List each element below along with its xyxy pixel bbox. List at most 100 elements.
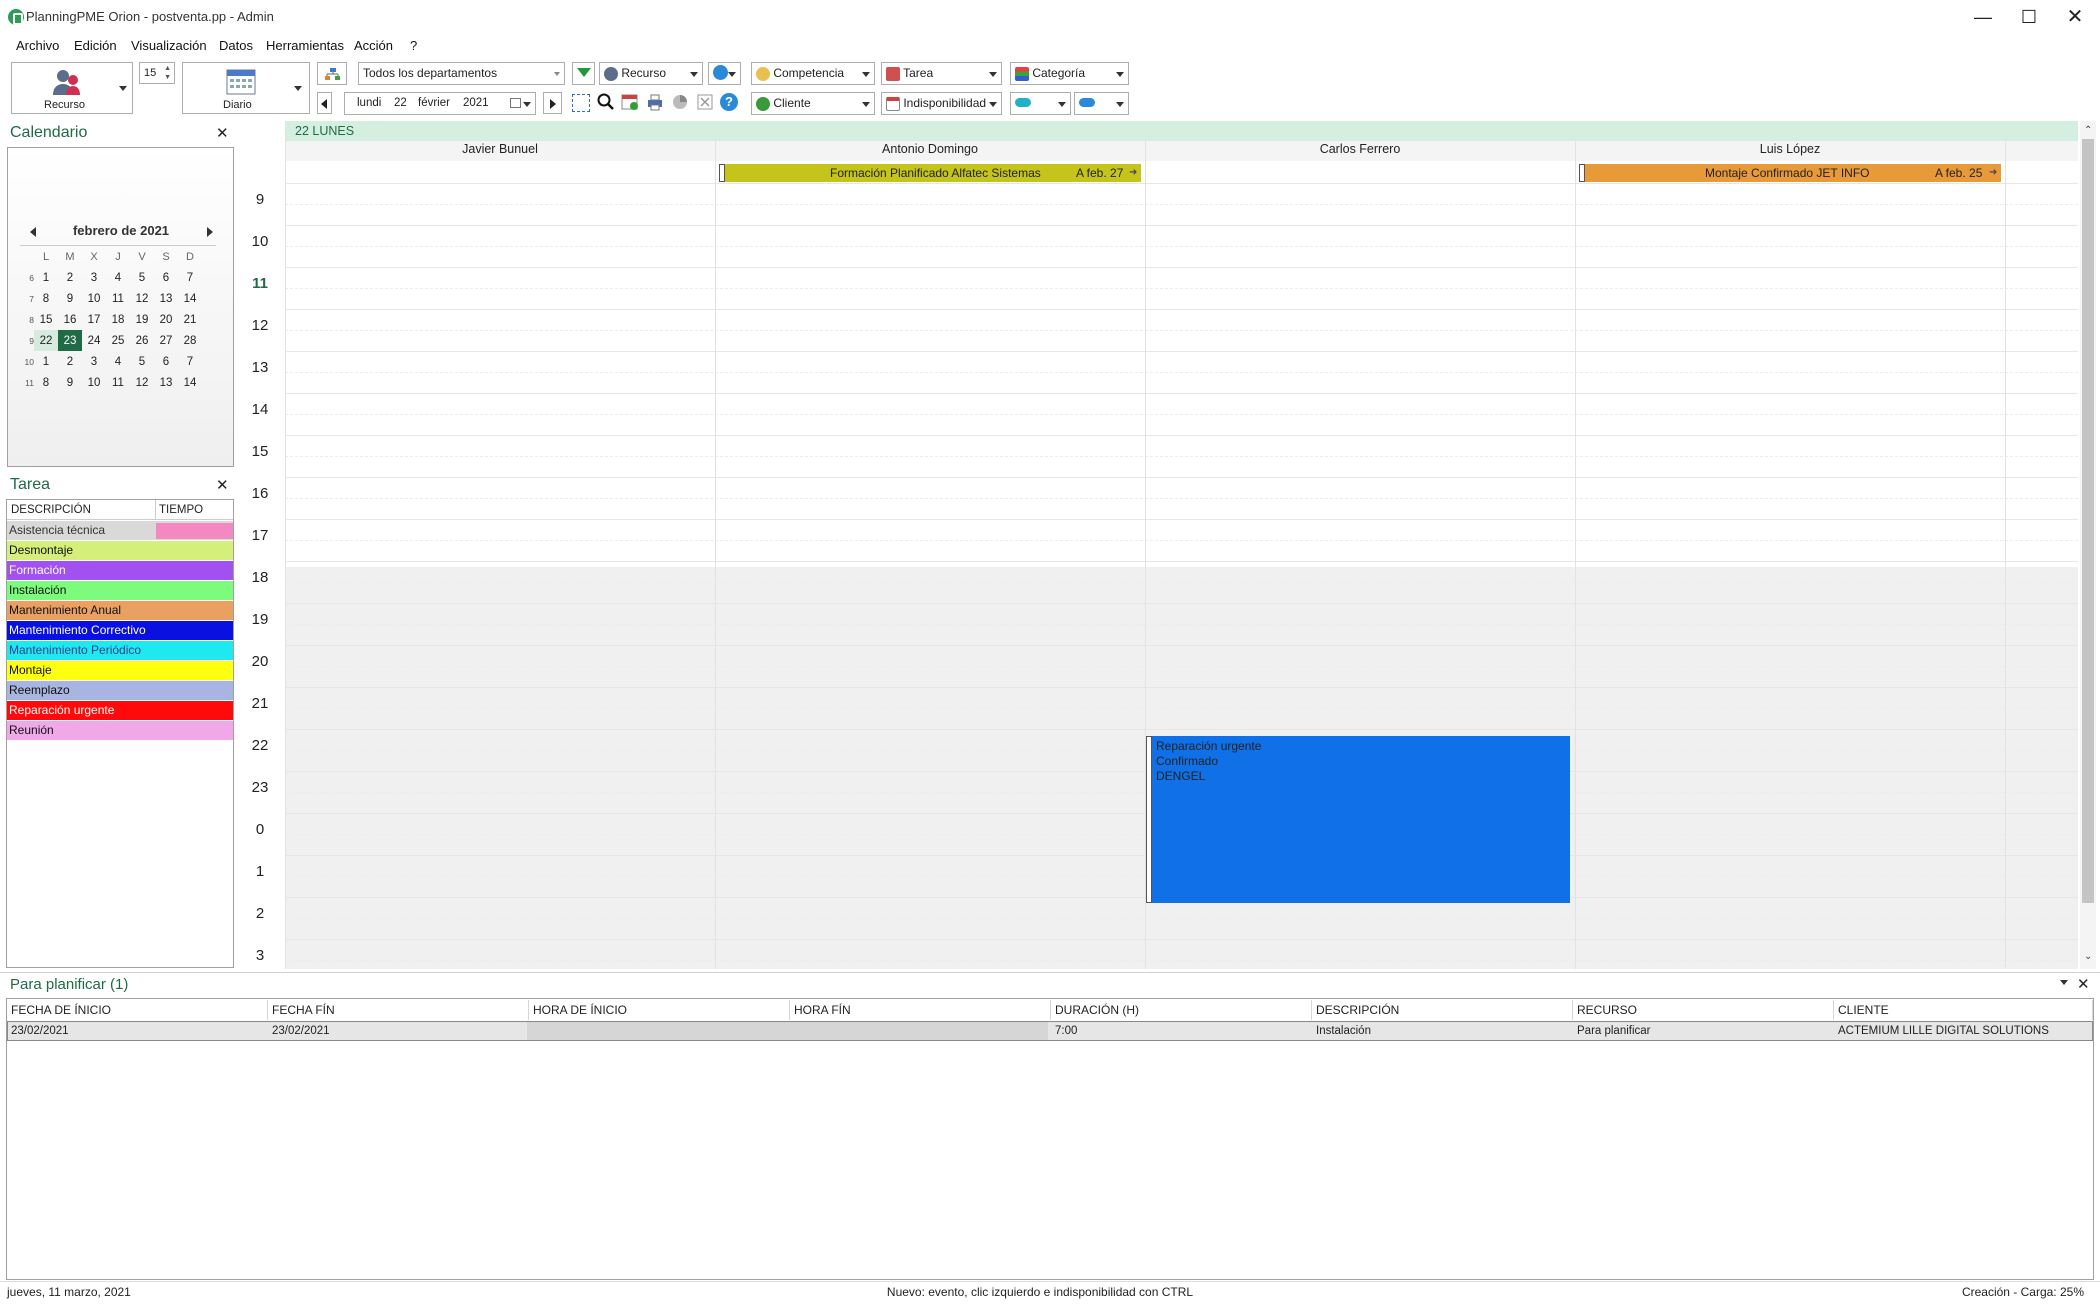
to-plan-column-header[interactable]: HORA DE ÍNICIO bbox=[530, 1000, 790, 1020]
calendar-day[interactable]: 20 bbox=[154, 309, 178, 330]
event-handle[interactable] bbox=[719, 164, 725, 182]
event-reparacion-urgente[interactable]: Reparación urgente Confirmado DENGEL bbox=[1146, 736, 1570, 903]
calendar-day[interactable]: 28 bbox=[178, 330, 202, 351]
view-mode-button[interactable]: Diario bbox=[182, 62, 310, 114]
calendar-day[interactable]: 10 bbox=[82, 372, 106, 393]
search-icon[interactable] bbox=[596, 92, 616, 112]
calendar-day[interactable]: 25 bbox=[106, 330, 130, 351]
print-icon[interactable] bbox=[646, 93, 664, 111]
spin-arrows-icon[interactable]: ▲ ▼ bbox=[164, 64, 171, 82]
task-item[interactable]: Desmontaje bbox=[7, 541, 233, 561]
calendar-day[interactable]: 11 bbox=[106, 372, 130, 393]
resource-header[interactable]: Antonio Domingo bbox=[716, 142, 1144, 160]
to-plan-cell[interactable] bbox=[791, 1022, 1051, 1040]
calendar-day[interactable]: 7 bbox=[178, 267, 202, 288]
chevron-down-icon[interactable] bbox=[119, 86, 127, 91]
menu-visualizacion[interactable]: Visualización bbox=[131, 38, 207, 53]
toggle-select-1[interactable] bbox=[1010, 92, 1071, 115]
to-plan-cell[interactable]: Instalación bbox=[1313, 1022, 1573, 1040]
calendar-day[interactable]: 7 bbox=[178, 351, 202, 372]
task-item[interactable]: Mantenimiento Correctivo bbox=[7, 621, 233, 641]
interval-stepper[interactable]: 15 ▲ ▼ bbox=[139, 62, 175, 84]
calendar-day[interactable]: 1 bbox=[34, 351, 58, 372]
calendar-day[interactable]: 27 bbox=[154, 330, 178, 351]
calendar-day[interactable]: 19 bbox=[130, 309, 154, 330]
calendar-day[interactable]: 24 bbox=[82, 330, 106, 351]
calendar-day[interactable]: 10 bbox=[82, 288, 106, 309]
menu-herramientas[interactable]: Herramientas bbox=[266, 38, 344, 53]
calendar-day[interactable]: 18 bbox=[106, 309, 130, 330]
calendar-day[interactable]: 1 bbox=[34, 267, 58, 288]
to-plan-cell[interactable]: 7:00 bbox=[1052, 1022, 1312, 1040]
unavailability-filter-select[interactable]: Indisponibilidad bbox=[881, 92, 1002, 115]
task-item[interactable]: Instalación bbox=[7, 581, 233, 601]
client-filter-select[interactable]: Cliente bbox=[751, 92, 875, 115]
calendar-day[interactable]: 14 bbox=[178, 372, 202, 393]
help-icon[interactable]: ? bbox=[720, 93, 738, 111]
menu-datos[interactable]: Datos bbox=[219, 38, 253, 53]
calendar-day[interactable]: 4 bbox=[106, 267, 130, 288]
calendar-day[interactable]: 2 bbox=[58, 267, 82, 288]
planner-scrollbar[interactable]: ⌃ ⌄ bbox=[2080, 121, 2096, 969]
calendar-day[interactable]: 8 bbox=[34, 372, 58, 393]
calendar-day[interactable]: 4 bbox=[106, 351, 130, 372]
scroll-down-icon[interactable]: ⌄ bbox=[2084, 951, 2092, 962]
event-handle[interactable] bbox=[1146, 736, 1152, 903]
calendar-day[interactable]: 17 bbox=[82, 309, 106, 330]
add-event-icon[interactable] bbox=[621, 93, 639, 111]
competence-filter-select[interactable]: Competencia bbox=[751, 62, 875, 85]
category-filter-select[interactable]: Categoría bbox=[1010, 62, 1129, 85]
calendar-day[interactable]: 12 bbox=[130, 372, 154, 393]
task-item[interactable]: Formación bbox=[7, 561, 233, 581]
calendar-day[interactable]: 3 bbox=[82, 351, 106, 372]
to-plan-column-header[interactable]: FECHA DE ÍNICIO bbox=[8, 1000, 268, 1020]
calendar-day[interactable]: 9 bbox=[58, 372, 82, 393]
to-plan-cell[interactable]: 23/02/2021 bbox=[8, 1022, 268, 1040]
resource-header[interactable]: Javier Bunuel bbox=[286, 142, 714, 160]
calendar-day[interactable]: 6 bbox=[154, 351, 178, 372]
prev-day-button[interactable] bbox=[317, 92, 332, 114]
task-filter-select[interactable]: Tarea bbox=[881, 62, 1002, 85]
resource-header[interactable]: Luis López bbox=[1576, 142, 2004, 160]
chevron-down-icon[interactable] bbox=[2060, 980, 2068, 985]
calendar-picker-icon[interactable] bbox=[510, 98, 521, 108]
resource-filter-select[interactable]: Recurso bbox=[599, 62, 703, 85]
menu-help[interactable]: ? bbox=[410, 38, 417, 53]
calendar-day[interactable]: 12 bbox=[130, 288, 154, 309]
scroll-up-icon[interactable]: ⌃ bbox=[2084, 125, 2092, 136]
col-description[interactable]: DESCRIPCIÓN bbox=[11, 504, 91, 516]
calendar-day[interactable]: 16 bbox=[58, 309, 82, 330]
calendar-day[interactable]: 13 bbox=[154, 288, 178, 309]
col-time[interactable]: TIEMPO bbox=[159, 504, 203, 516]
calendar-day[interactable]: 3 bbox=[82, 267, 106, 288]
to-plan-cell[interactable] bbox=[530, 1022, 790, 1040]
to-plan-cell[interactable]: 23/02/2021 bbox=[269, 1022, 529, 1040]
calendar-day[interactable]: 5 bbox=[130, 351, 154, 372]
select-area-icon[interactable] bbox=[572, 94, 590, 112]
calendar-day[interactable]: 2 bbox=[58, 351, 82, 372]
date-picker[interactable]: lundi 22 février 2021 bbox=[344, 92, 536, 115]
resource-header[interactable]: Carlos Ferrero bbox=[1146, 142, 1574, 160]
to-plan-column-header[interactable]: CLIENTE bbox=[1835, 1000, 2093, 1020]
menu-accion[interactable]: Acción bbox=[354, 38, 393, 53]
allday-event-formacion[interactable]: Formación Planificado Alfatec Sistemas A… bbox=[719, 164, 1141, 182]
event-handle[interactable] bbox=[1579, 164, 1585, 182]
to-plan-column-header[interactable]: HORA FÍN bbox=[791, 1000, 1051, 1020]
calendar-day[interactable]: 8 bbox=[34, 288, 58, 309]
calendar-day[interactable]: 9 bbox=[58, 288, 82, 309]
calendar-day[interactable]: 21 bbox=[178, 309, 202, 330]
task-item[interactable]: Reparación urgente bbox=[7, 701, 233, 721]
resource-view-button[interactable]: Recurso bbox=[11, 62, 133, 114]
calendar-day[interactable]: 23 bbox=[58, 330, 82, 351]
to-plan-cell[interactable]: ACTEMIUM LILLE DIGITAL SOLUTIONS bbox=[1835, 1022, 2093, 1040]
menu-edicion[interactable]: Edición bbox=[74, 38, 117, 53]
chart-icon[interactable] bbox=[671, 93, 689, 111]
next-month-icon[interactable] bbox=[207, 227, 213, 237]
maximize-button[interactable]: ☐ bbox=[2006, 4, 2052, 30]
calendar-day[interactable]: 22 bbox=[34, 330, 58, 351]
menu-archivo[interactable]: Archivo bbox=[16, 38, 59, 53]
allday-event-montaje[interactable]: Montaje Confirmado JET INFO A feb. 25 ➜ bbox=[1579, 164, 2001, 182]
calendar-day[interactable]: 5 bbox=[130, 267, 154, 288]
close-calendar-icon[interactable]: ✕ bbox=[216, 124, 229, 142]
minimize-button[interactable]: — bbox=[1960, 4, 2006, 30]
